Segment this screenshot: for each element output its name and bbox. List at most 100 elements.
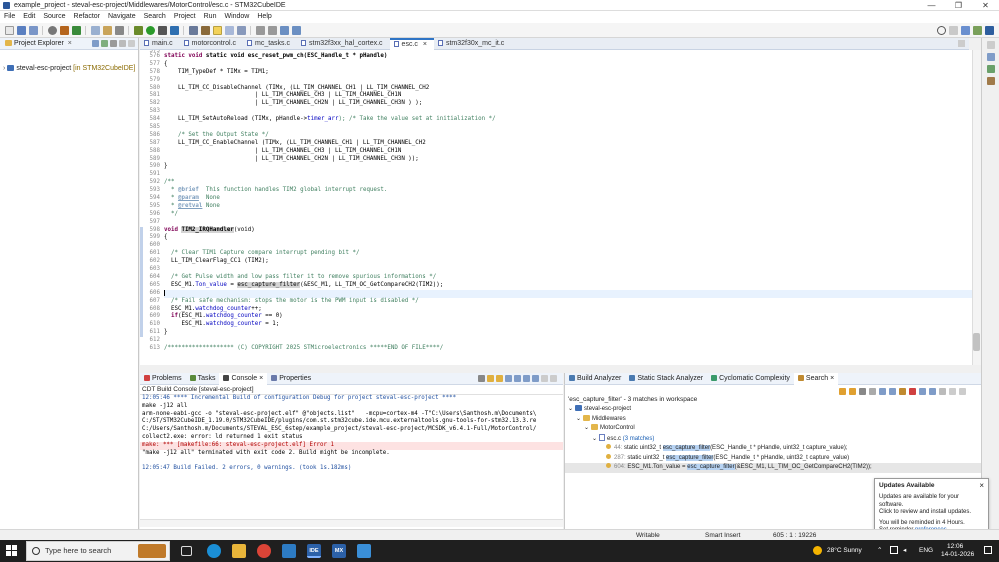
outline-icon[interactable] xyxy=(986,53,995,61)
stm32cubeide-taskbar-icon[interactable]: IDE xyxy=(307,544,321,558)
back-icon[interactable] xyxy=(279,25,289,35)
pin-view-icon[interactable] xyxy=(929,387,936,395)
perspective-icon[interactable] xyxy=(949,25,958,35)
menu-window[interactable]: Window xyxy=(220,11,253,23)
cancel-search-icon[interactable] xyxy=(909,387,916,395)
tree-item-middlewares[interactable]: ⌄ Middlewares xyxy=(565,414,981,425)
clear-console-icon[interactable] xyxy=(478,375,485,382)
prev-annotation-icon[interactable] xyxy=(267,25,277,35)
gear-icon[interactable] xyxy=(47,25,57,35)
tab-search[interactable]: Search × xyxy=(793,372,839,385)
debug-bug-icon[interactable] xyxy=(133,25,143,35)
windows-start-button[interactable] xyxy=(6,545,17,556)
motor-workbench-icon[interactable] xyxy=(357,544,371,558)
copy-icon[interactable] xyxy=(505,375,512,382)
search-tool-icon[interactable] xyxy=(200,25,210,35)
cpp-perspective-icon[interactable] xyxy=(961,25,970,35)
word-wrap-icon[interactable] xyxy=(496,375,503,382)
maximize-view-icon[interactable] xyxy=(550,375,557,382)
console-horizontal-scrollbar[interactable] xyxy=(140,519,563,527)
search-result[interactable]: 604: ESC_M1.Ton_value = esc_capture_filt… xyxy=(565,463,981,473)
tab-static-stack-analyzer[interactable]: Static Stack Analyzer xyxy=(625,373,707,385)
stop-icon[interactable] xyxy=(157,25,167,35)
save-icon[interactable] xyxy=(16,25,26,35)
volume-icon[interactable]: ◂ xyxy=(903,547,906,555)
link-editor-icon[interactable] xyxy=(101,40,108,47)
tab-mc-tasks-c[interactable]: mc_tasks.c xyxy=(243,38,297,50)
menu-project[interactable]: Project xyxy=(170,11,200,23)
minimize-view-icon[interactable] xyxy=(128,40,135,47)
tab-properties[interactable]: Properties xyxy=(267,373,315,385)
search-result[interactable]: 44: static uint32_t esc_capture_filter(E… xyxy=(565,444,981,454)
tab-problems[interactable]: Problems xyxy=(140,373,186,385)
open-type-icon[interactable] xyxy=(188,25,198,35)
chevron-down-icon[interactable]: ⌄ xyxy=(568,406,573,412)
rerun-search-icon[interactable] xyxy=(899,387,906,395)
save-all-icon[interactable] xyxy=(28,25,38,35)
view-menu-icon[interactable] xyxy=(119,40,126,47)
console-output[interactable]: CDT Build Console [steval-esc-project] 1… xyxy=(140,385,563,529)
run-icon[interactable] xyxy=(145,25,155,35)
maximize-button[interactable]: ❐ xyxy=(945,0,972,11)
menu-edit[interactable]: Edit xyxy=(19,11,39,23)
chevron-down-icon[interactable]: ⌄ xyxy=(576,416,581,422)
close-button[interactable]: ✕ xyxy=(972,0,999,11)
task-view-icon[interactable] xyxy=(181,546,192,556)
menu-file[interactable]: File xyxy=(0,11,19,23)
minimize-view-icon[interactable] xyxy=(541,375,548,382)
chrome-icon[interactable] xyxy=(257,544,271,558)
build-targets-icon[interactable] xyxy=(986,65,995,73)
scrollbar-thumb[interactable] xyxy=(973,333,980,351)
tab-tasks[interactable]: Tasks xyxy=(186,373,220,385)
tree-item-project[interactable]: › steval-esc-project [in STM32CubeIDE] xyxy=(0,64,138,74)
close-icon[interactable]: × xyxy=(68,40,72,47)
debug-icon[interactable] xyxy=(71,25,81,35)
tab-esc-c[interactable]: esc.c × xyxy=(389,37,434,50)
minimize-button[interactable]: — xyxy=(918,0,945,11)
chevron-down-icon[interactable]: ⌄ xyxy=(592,436,597,442)
search-icon[interactable] xyxy=(937,25,946,35)
expand-all-icon[interactable] xyxy=(879,387,886,395)
chevron-up-icon[interactable]: ⌃ xyxy=(877,547,882,555)
chevron-down-icon[interactable]: ⌄ xyxy=(584,425,589,431)
notification-center-icon[interactable] xyxy=(984,546,992,554)
paste-icon[interactable] xyxy=(102,25,112,35)
display-console-icon[interactable] xyxy=(523,375,530,382)
open-console-icon[interactable] xyxy=(532,375,539,382)
view-menu-icon[interactable] xyxy=(939,387,946,395)
minimize-view-icon[interactable] xyxy=(949,387,956,395)
remove-all-icon[interactable] xyxy=(869,387,876,395)
search-history-icon[interactable] xyxy=(919,387,926,395)
menu-refactor[interactable]: Refactor xyxy=(70,11,104,23)
maximize-view-icon[interactable] xyxy=(959,387,966,395)
close-icon[interactable]: × xyxy=(830,375,834,382)
vscode-icon[interactable] xyxy=(282,544,296,558)
remove-match-icon[interactable] xyxy=(859,387,866,395)
menu-run[interactable]: Run xyxy=(200,11,221,23)
tab-cyclomatic-complexity[interactable]: Cyclomatic Complexity xyxy=(707,373,794,385)
weather-icon[interactable] xyxy=(813,546,822,555)
menu-search[interactable]: Search xyxy=(140,11,170,23)
scroll-lock-icon[interactable] xyxy=(487,375,494,382)
maximize-view-icon[interactable] xyxy=(958,40,965,47)
next-match-icon[interactable] xyxy=(839,387,846,395)
debug-perspective-icon[interactable] xyxy=(973,25,982,35)
collapse-all-icon[interactable] xyxy=(92,40,99,47)
tab-build-analyzer[interactable]: Build Analyzer xyxy=(565,373,625,385)
code-editor[interactable]: 575 576 577 578 579 580 581 582 583 584 585 586 587… xyxy=(140,50,972,365)
forward-icon[interactable] xyxy=(291,25,301,35)
editor-vertical-scrollbar[interactable] xyxy=(972,50,981,365)
language-indicator[interactable]: ENG xyxy=(919,547,933,555)
show-whitespace-icon[interactable] xyxy=(236,25,246,35)
registers-icon[interactable] xyxy=(986,77,995,85)
file-explorer-icon[interactable] xyxy=(232,544,246,558)
new-icon[interactable] xyxy=(4,25,14,35)
next-annotation-icon[interactable] xyxy=(255,25,265,35)
close-icon[interactable]: × xyxy=(979,481,984,490)
clock-time[interactable]: 12:06 xyxy=(947,543,963,551)
tab-stm32f3xx-hal-cortex-c[interactable]: stm32f3xx_hal_cortex.c xyxy=(297,38,390,50)
project-explorer-tab[interactable]: Project Explorer × xyxy=(0,38,138,50)
code-content[interactable]: static void static void esc_reset_pwm_ch… xyxy=(164,50,972,353)
build-icon[interactable] xyxy=(59,25,69,35)
highlight-icon[interactable] xyxy=(224,25,234,35)
